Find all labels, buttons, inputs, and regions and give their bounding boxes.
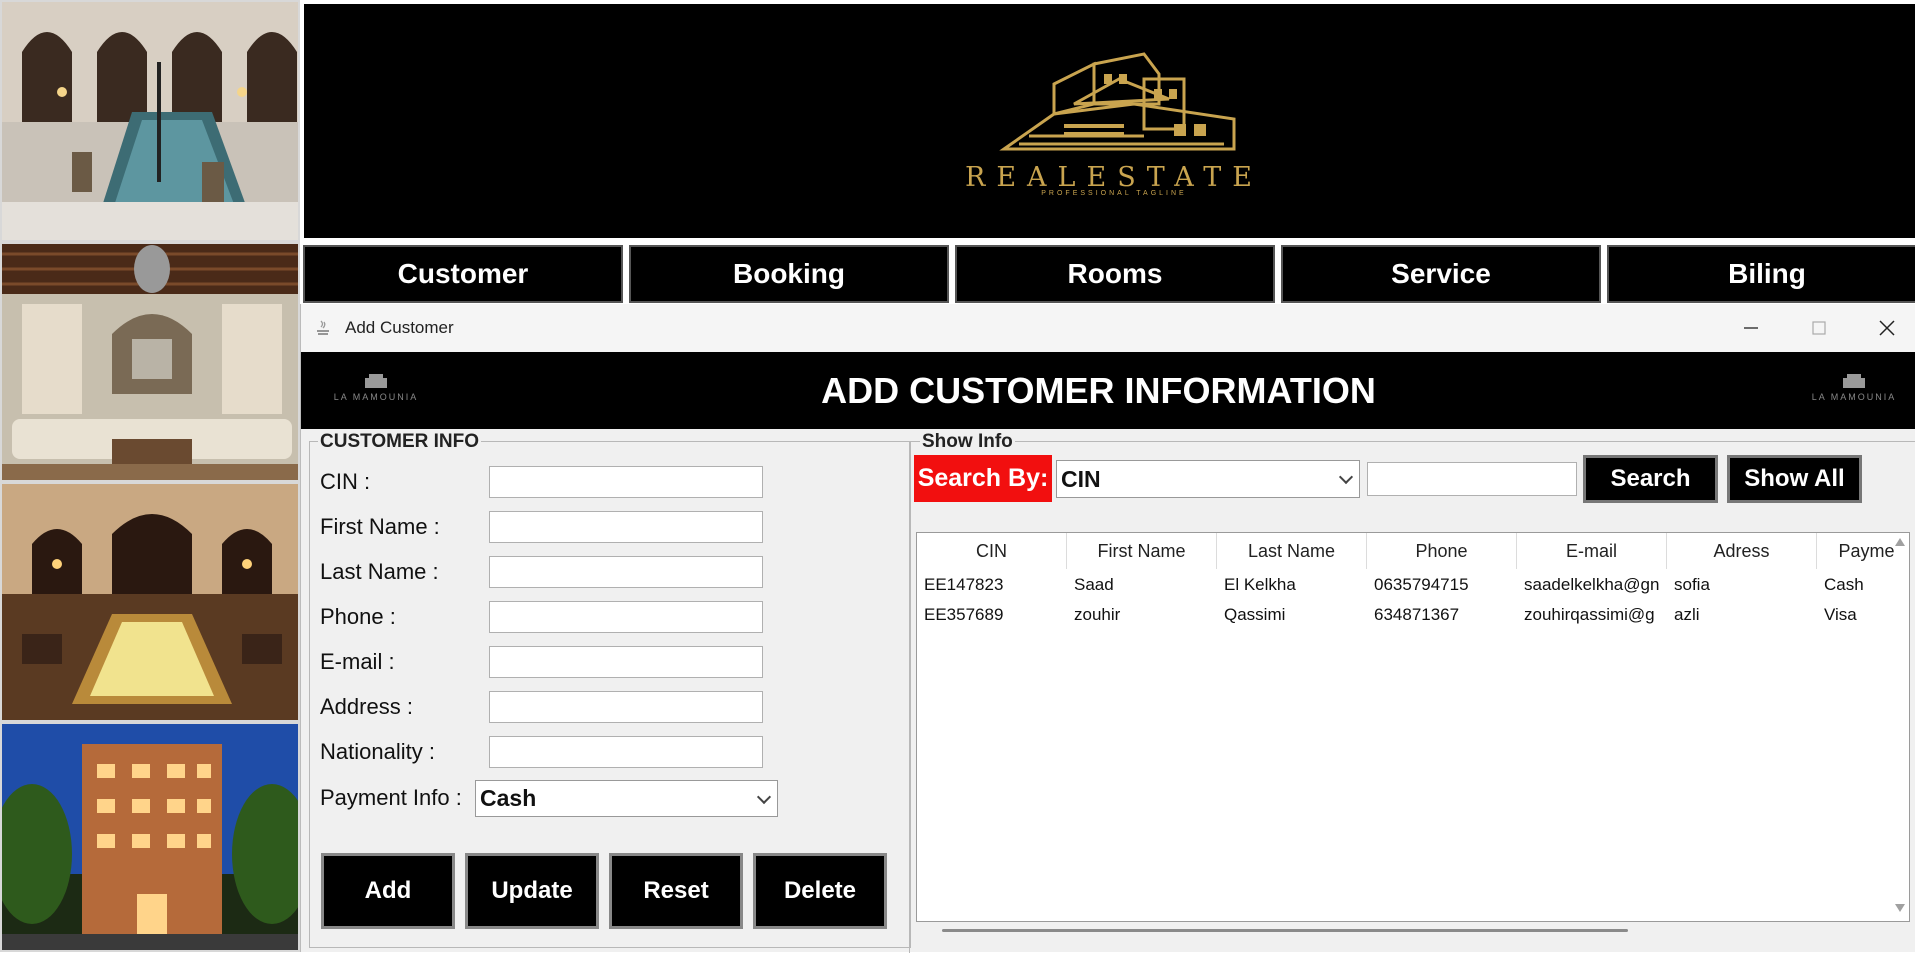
phone-label: Phone : <box>320 604 396 629</box>
java-app-icon <box>317 320 329 335</box>
search-input[interactable] <box>1367 462 1577 496</box>
reset-button[interactable]: Reset <box>609 853 743 929</box>
table-cell: saadelkelkha@gn <box>1524 575 1660 594</box>
email-input[interactable] <box>489 646 763 678</box>
banner-title: ADD CUSTOMER INFORMATION <box>821 370 1376 411</box>
table-cell: 0635794715 <box>1374 575 1469 594</box>
courtyard-pool-photo <box>0 0 300 242</box>
payment-select-value: Cash <box>480 785 537 811</box>
search-by-label: Search By: <box>914 455 1052 502</box>
table-cell: 634871367 <box>1374 605 1460 624</box>
nav-rooms-button[interactable]: Rooms <box>955 245 1275 303</box>
table-cell: El Kelkha <box>1224 575 1296 594</box>
hotel-crest-icon <box>1843 374 1865 388</box>
column-header-email[interactable]: E-mail <box>1517 533 1667 569</box>
main-nav: Customer Booking Rooms Service Biling <box>300 242 1915 304</box>
close-button[interactable] <box>1857 304 1915 352</box>
customer-table: CIN First Name Last Name Phone E-mail Ad… <box>916 532 1910 922</box>
delete-button[interactable]: Delete <box>753 853 887 929</box>
minimize-icon <box>1744 327 1758 329</box>
cin-label: CIN : <box>320 469 371 494</box>
table-cell: zouhir <box>1074 605 1121 624</box>
maximize-icon <box>1812 321 1826 335</box>
table-cell: Qassimi <box>1224 605 1286 624</box>
nav-customer-button[interactable]: Customer <box>303 245 623 303</box>
add-button[interactable]: Add <box>321 853 455 929</box>
payment-select[interactable]: Cash <box>475 780 778 817</box>
chevron-down-icon <box>1338 469 1354 485</box>
show-info-legend: Show Info <box>920 431 1015 453</box>
logo-wordmark: REALESTATE <box>965 162 1263 193</box>
search-button[interactable]: Search <box>1583 455 1718 503</box>
customer-info-legend: CUSTOMER INFO <box>318 431 482 453</box>
column-header-first-name[interactable]: First Name <box>1067 533 1217 569</box>
vertical-scrollbar[interactable] <box>1892 532 1908 920</box>
column-header-address[interactable]: Adress <box>1667 533 1817 569</box>
table-cell: sofia <box>1674 575 1710 594</box>
logo-tagline: PROFESSIONAL TAGLINE <box>1041 190 1187 197</box>
table-cell: EE357689 <box>924 605 1004 624</box>
nationality-label: Nationality : <box>320 739 435 764</box>
address-label: Address : <box>320 694 413 719</box>
last-name-input[interactable] <box>489 556 763 588</box>
header-banner: REALESTATE PROFESSIONAL TAGLINE <box>300 0 1915 242</box>
mini-logo-right-text: LA MAMOUNIA <box>1811 392 1897 402</box>
phone-input[interactable] <box>489 601 763 633</box>
column-header-phone[interactable]: Phone <box>1367 533 1517 569</box>
hotel-facade-night-photo <box>0 722 300 952</box>
search-by-select[interactable]: CIN <box>1056 460 1360 498</box>
dialog-title: Add Customer <box>345 318 454 337</box>
show-all-button[interactable]: Show All <box>1727 455 1862 503</box>
nationality-input[interactable] <box>489 736 763 768</box>
column-header-cin[interactable]: CIN <box>917 533 1067 569</box>
close-icon <box>1879 320 1895 336</box>
table-cell: Cash <box>1824 575 1864 594</box>
scroll-thumb-icon <box>942 929 1628 932</box>
search-by-select-value: CIN <box>1061 465 1101 492</box>
update-button[interactable]: Update <box>465 853 599 929</box>
dialog-titlebar[interactable]: Add Customer <box>301 304 1915 352</box>
dialog-banner: LA MAMOUNIA ADD CUSTOMER INFORMATION LA … <box>301 352 1915 429</box>
table-cell: Saad <box>1074 575 1114 594</box>
maximize-button[interactable] <box>1789 304 1849 352</box>
address-input[interactable] <box>489 691 763 723</box>
table-cell: azli <box>1674 605 1700 624</box>
riad-courtyard-photo <box>0 482 300 722</box>
scroll-arrows-icon <box>1895 538 1905 912</box>
email-label: E-mail : <box>320 649 395 674</box>
nav-billing-button[interactable]: Biling <box>1607 245 1915 303</box>
first-name-label: First Name : <box>320 514 440 539</box>
horizontal-scrollbar[interactable] <box>916 920 1908 942</box>
last-name-label: Last Name : <box>320 559 439 584</box>
cin-input[interactable] <box>489 466 763 498</box>
table-cell: Visa <box>1824 605 1857 624</box>
lounge-room-photo <box>0 242 300 482</box>
mini-logo-right: LA MAMOUNIA <box>1789 374 1915 414</box>
table-cell: zouhirqassimi@g <box>1524 605 1655 624</box>
chevron-down-icon <box>756 789 772 804</box>
buildings-icon <box>999 52 1236 151</box>
nav-booking-button[interactable]: Booking <box>629 245 949 303</box>
minimize-button[interactable] <box>1721 304 1781 352</box>
realestate-logo: REALESTATE PROFESSIONAL TAGLINE <box>944 44 1284 204</box>
first-name-input[interactable] <box>489 511 763 543</box>
column-header-last-name[interactable]: Last Name <box>1217 533 1367 569</box>
payment-info-label: Payment Info : <box>320 785 462 810</box>
table-cell: EE147823 <box>924 575 1004 594</box>
nav-service-button[interactable]: Service <box>1281 245 1601 303</box>
